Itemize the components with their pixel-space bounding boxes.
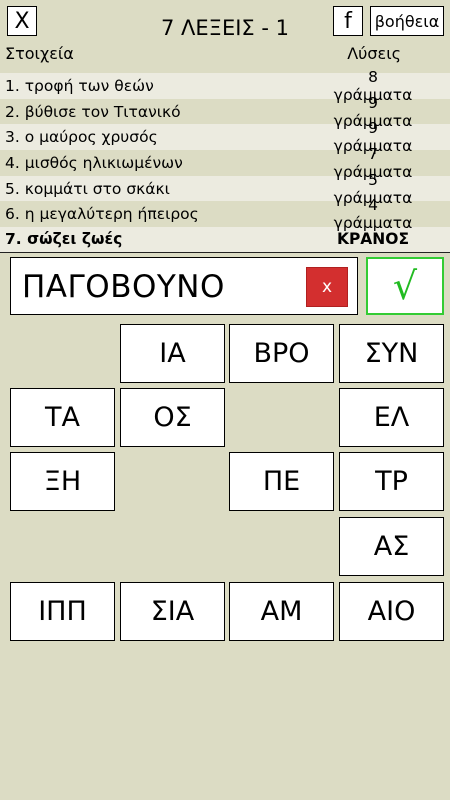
syllable-tile[interactable]: ΙΑ (120, 324, 225, 383)
answer-text: ΠΑΓΟΒΟΥΝΟ (22, 269, 225, 305)
clue-answer: 4 γράμματα (333, 196, 413, 233)
clue-text: 4. μισθός ηλικιωμένων (5, 153, 183, 172)
clue-text: 2. βύθισε τον Τιτανικό (5, 102, 181, 121)
clue-text: 5. κομμάτι στο σκάκι (5, 179, 170, 198)
help-button[interactable]: βοήθεια (370, 6, 444, 36)
syllable-tile[interactable]: ΑΜ (229, 582, 334, 641)
syllable-tile[interactable]: ΤΑ (10, 388, 115, 447)
page-title: 7 ΛΕΞΕΙΣ - 1 (161, 16, 289, 40)
facebook-button[interactable]: f (333, 6, 363, 36)
syllable-tile[interactable]: ΙΠΠ (10, 582, 115, 641)
syllable-tile[interactable]: ΣΥΝ (339, 324, 444, 383)
syllable-tile[interactable]: ΕΛ (339, 388, 444, 447)
clue-row-7[interactable]: 7. σώζει ζωές ΚΡΑΝΟΣ (0, 227, 450, 253)
syllable-tile[interactable]: ΠΕ (229, 452, 334, 511)
syllable-tile[interactable]: ΑΣ (339, 517, 444, 576)
syllable-tile[interactable]: ΟΣ (120, 388, 225, 447)
close-button[interactable]: X (7, 6, 37, 36)
clue-text: 7. σώζει ζωές (5, 230, 123, 249)
clue-text: 1. τροφή των θεών (5, 76, 154, 95)
solutions-column-header: Λύσεις (347, 44, 401, 63)
clues-column-header: Στοιχεία (5, 44, 74, 63)
clear-button[interactable]: x (306, 267, 348, 307)
syllable-tile[interactable]: ΤΡ (339, 452, 444, 511)
clue-answer: ΚΡΑΝΟΣ (336, 230, 410, 249)
checkmark-icon: √ (392, 264, 418, 308)
clue-text: 3. ο μαύρος χρυσός (5, 128, 158, 147)
syllable-tile[interactable]: ΑΙΟ (339, 582, 444, 641)
confirm-button[interactable]: √ (366, 257, 444, 315)
syllable-tile[interactable]: ΞΗ (10, 452, 115, 511)
syllable-tile[interactable]: ΣΙΑ (120, 582, 225, 641)
answer-field[interactable]: ΠΑΓΟΒΟΥΝΟ x (10, 257, 358, 315)
clue-row-6[interactable]: 6. η μεγαλύτερη ήπειρος 4 γράμματα (0, 196, 450, 232)
clue-text: 6. η μεγαλύτερη ήπειρος (5, 205, 199, 224)
syllable-tile[interactable]: ΒΡΟ (229, 324, 334, 383)
clue-list: 1. τροφή των θεών 8 γράμματα 2. βύθισε τ… (0, 68, 450, 253)
